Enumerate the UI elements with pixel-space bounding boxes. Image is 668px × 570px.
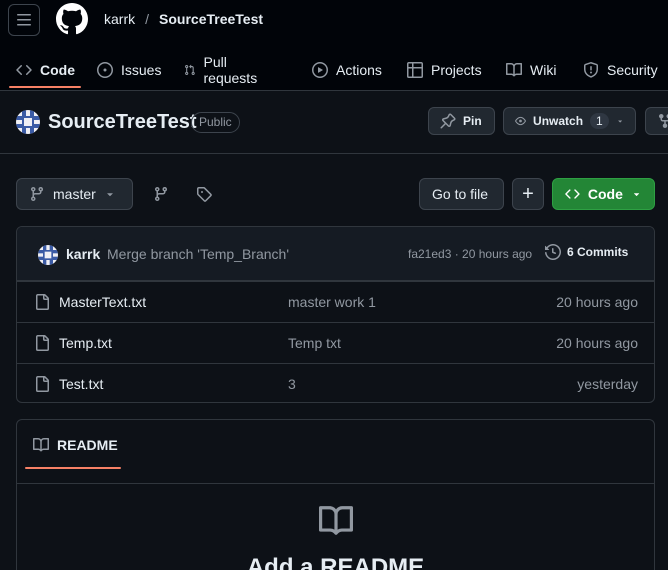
- readme-tab-label: README: [57, 437, 118, 453]
- unwatch-label: Unwatch: [533, 114, 584, 128]
- hamburger-icon: [17, 14, 31, 26]
- tab-label: Issues: [121, 62, 162, 78]
- tag-icon: [197, 187, 212, 202]
- tab-projects[interactable]: Projects: [407, 50, 482, 90]
- file-commit-date: 20 hours ago: [556, 335, 638, 351]
- tab-readme[interactable]: README: [33, 437, 118, 453]
- commits-history-link[interactable]: 6 Commits: [545, 244, 628, 260]
- file-commit-date: yesterday: [577, 376, 638, 392]
- fork-button[interactable]: [645, 107, 668, 135]
- commit-message-link[interactable]: Merge branch 'Temp_Branch': [107, 246, 289, 262]
- visibility-badge: Public: [191, 112, 240, 133]
- readme-box: README Add a README: [16, 419, 655, 570]
- breadcrumb-owner-link[interactable]: karrk: [104, 11, 135, 27]
- go-to-file-label: Go to file: [432, 186, 489, 202]
- branch-select-button[interactable]: master: [16, 178, 133, 210]
- pin-label: Pin: [463, 114, 482, 128]
- commit-hash-time[interactable]: fa21ed3 · 20 hours ago: [408, 247, 532, 261]
- file-name-link[interactable]: MasterText.txt: [59, 294, 146, 310]
- readme-divider: [17, 483, 654, 484]
- breadcrumb: karrk / SourceTreeTest: [104, 11, 263, 27]
- repo-title[interactable]: SourceTreeTest: [48, 111, 197, 134]
- github-logo-icon[interactable]: [56, 3, 88, 35]
- breadcrumb-separator: /: [145, 11, 150, 27]
- table-row[interactable]: Temp.txt Temp txt 20 hours ago: [17, 322, 654, 363]
- tab-label: Wiki: [530, 62, 557, 78]
- tab-code[interactable]: Code: [16, 50, 75, 90]
- watch-count: 1: [590, 113, 609, 129]
- tab-label: Pull requests: [203, 54, 258, 86]
- shield-icon: [584, 62, 598, 78]
- caret-down-icon: [107, 193, 113, 197]
- eye-icon: [515, 116, 526, 126]
- caret-down-icon: [617, 120, 622, 123]
- commit-author-link[interactable]: karrk: [66, 246, 100, 262]
- tab-security[interactable]: Security: [583, 50, 658, 90]
- code-button-label: Code: [587, 186, 623, 202]
- file-icon: [36, 294, 49, 310]
- branch-name: master: [53, 186, 96, 202]
- plus-icon: +: [522, 183, 534, 205]
- file-icon: [36, 376, 49, 392]
- global-header: karrk / SourceTreeTest Code Issues Pull …: [0, 0, 668, 91]
- issue-icon: [97, 62, 113, 78]
- repo-owner-avatar[interactable]: [16, 110, 40, 134]
- table-icon: [407, 62, 423, 78]
- tab-actions[interactable]: Actions: [312, 50, 382, 90]
- menu-button[interactable]: [8, 4, 40, 36]
- git-branch-icon: [154, 187, 167, 202]
- code-icon: [16, 65, 32, 75]
- file-commit-message[interactable]: master work 1: [288, 294, 376, 310]
- file-commit-message[interactable]: Temp txt: [288, 335, 341, 351]
- pull-request-icon: [185, 64, 195, 76]
- tab-wiki[interactable]: Wiki: [506, 50, 556, 90]
- pin-button[interactable]: Pin: [428, 107, 495, 135]
- file-list-box: karrk Merge branch 'Temp_Branch' fa21ed3…: [16, 226, 655, 403]
- table-row[interactable]: MasterText.txt master work 1 20 hours ag…: [17, 281, 654, 322]
- book-icon: [319, 506, 353, 535]
- active-tab-indicator: [9, 86, 81, 88]
- book-icon: [506, 62, 522, 77]
- tab-label: Security: [607, 62, 658, 78]
- pin-icon: [440, 113, 456, 129]
- file-commit-message[interactable]: 3: [288, 376, 296, 392]
- add-readme-heading: Add a README: [246, 554, 425, 570]
- code-icon: [565, 189, 580, 199]
- file-name-link[interactable]: Temp.txt: [59, 335, 112, 351]
- header-divider: [0, 153, 668, 154]
- commits-count-label: 6 Commits: [567, 245, 629, 259]
- avatar[interactable]: [38, 245, 58, 265]
- file-commit-date: 20 hours ago: [556, 294, 638, 310]
- tab-issues[interactable]: Issues: [97, 50, 161, 90]
- add-file-button[interactable]: +: [512, 178, 544, 210]
- code-button[interactable]: Code: [552, 178, 655, 210]
- branches-link[interactable]: [145, 178, 177, 210]
- tab-pull-requests[interactable]: Pull requests: [184, 50, 262, 90]
- book-icon: [33, 437, 49, 452]
- readme-tab-indicator: [25, 467, 121, 469]
- fork-icon: [659, 114, 668, 128]
- table-row[interactable]: Test.txt 3 yesterday: [17, 363, 654, 402]
- unwatch-button[interactable]: Unwatch 1: [503, 107, 636, 135]
- git-branch-icon: [30, 187, 43, 202]
- tab-label: Projects: [431, 62, 482, 78]
- tab-label: Code: [40, 62, 75, 78]
- caret-down-icon: [633, 193, 639, 197]
- history-icon: [545, 244, 561, 260]
- file-icon: [36, 335, 49, 351]
- go-to-file-button[interactable]: Go to file: [419, 178, 504, 210]
- play-icon: [312, 62, 328, 78]
- breadcrumb-repo-link[interactable]: SourceTreeTest: [159, 11, 263, 27]
- file-name-link[interactable]: Test.txt: [59, 376, 103, 392]
- tags-link[interactable]: [188, 178, 220, 210]
- latest-commit-bar: karrk Merge branch 'Temp_Branch' fa21ed3…: [17, 227, 654, 281]
- tab-label: Actions: [336, 62, 382, 78]
